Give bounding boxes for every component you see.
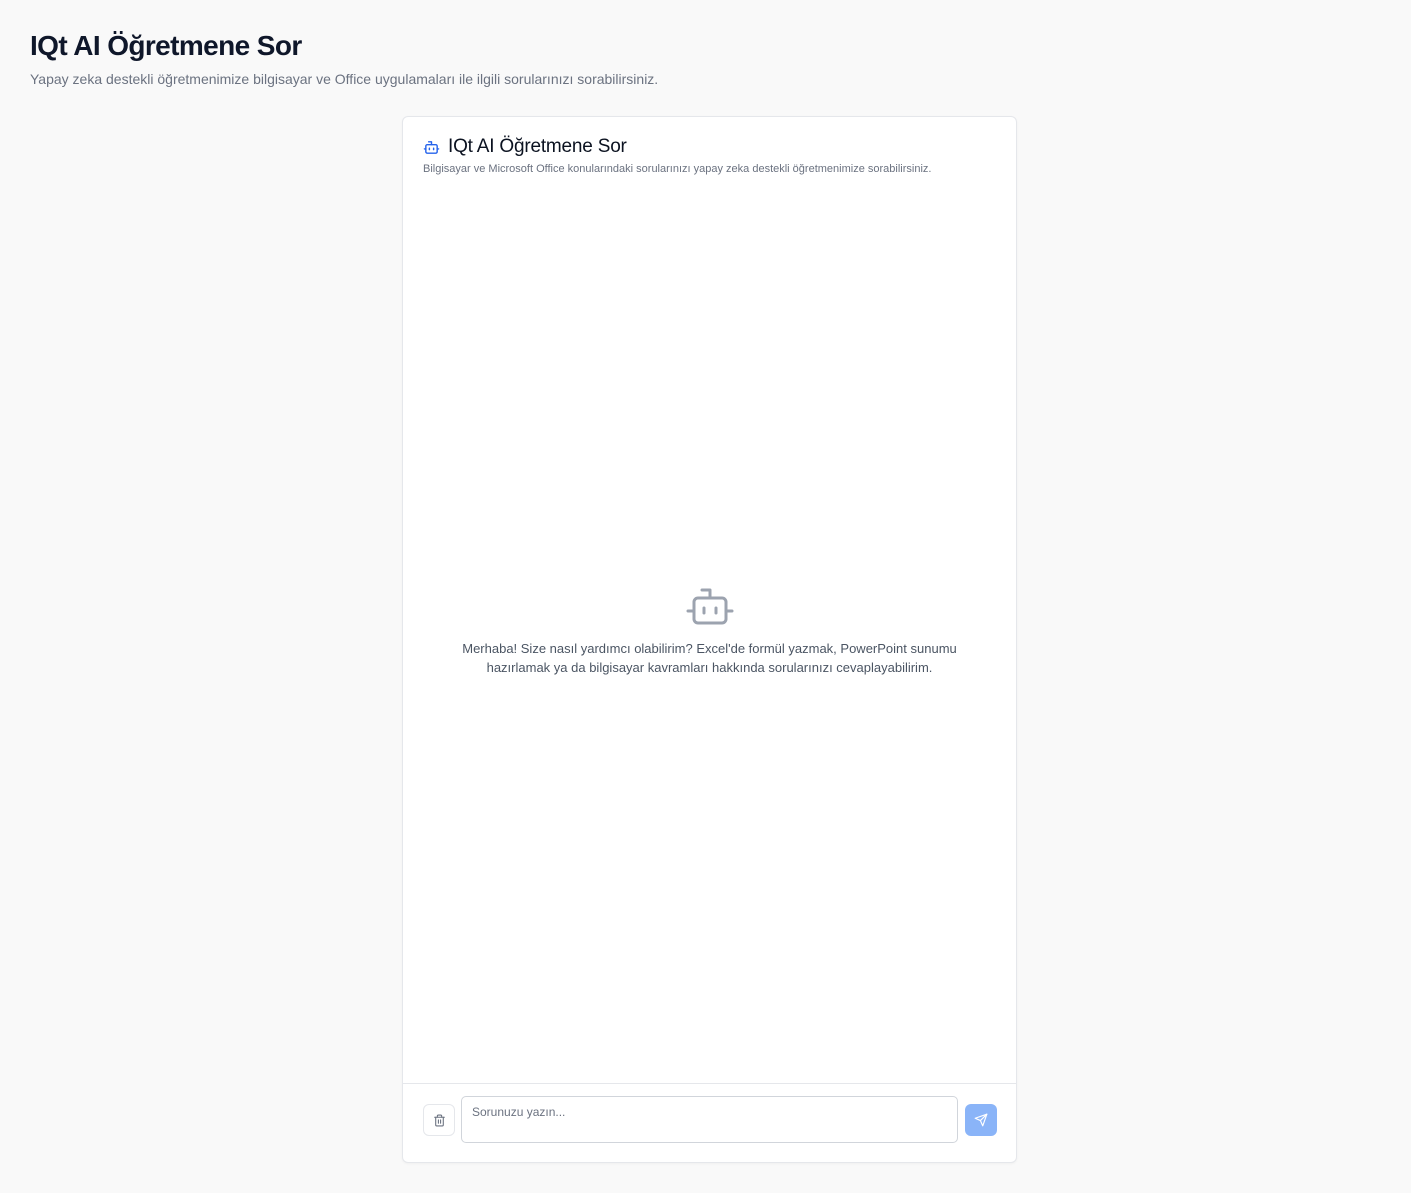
question-input[interactable] bbox=[461, 1096, 958, 1143]
send-icon bbox=[974, 1113, 988, 1127]
bot-icon bbox=[686, 587, 734, 627]
trash-icon bbox=[433, 1114, 446, 1127]
clear-chat-button[interactable] bbox=[423, 1104, 455, 1136]
chat-header: IQt AI Öğretmene Sor Bilgisayar ve Micro… bbox=[423, 136, 996, 176]
chat-description: Bilgisayar ve Microsoft Office konuların… bbox=[423, 163, 932, 175]
composer-divider bbox=[403, 1083, 1016, 1084]
chat-card: IQt AI Öğretmene Sor Bilgisayar ve Micro… bbox=[402, 116, 1017, 1163]
page-subtitle: Yapay zeka destekli öğretmenimize bilgis… bbox=[30, 71, 659, 87]
page-title: IQt AI Öğretmene Sor bbox=[30, 30, 302, 61]
bot-icon bbox=[423, 139, 440, 156]
page-header: IQt AI Öğretmene Sor Yapay zeka destekli… bbox=[30, 28, 658, 89]
send-button[interactable] bbox=[965, 1104, 997, 1136]
chat-title-row: IQt AI Öğretmene Sor bbox=[423, 136, 996, 158]
chat-empty-state: Merhaba! Size nasıl yardımcı olabilirim?… bbox=[403, 587, 1016, 677]
empty-state-message: Merhaba! Size nasıl yardımcı olabilirim?… bbox=[462, 641, 957, 675]
chat-title: IQt AI Öğretmene Sor bbox=[448, 136, 627, 157]
